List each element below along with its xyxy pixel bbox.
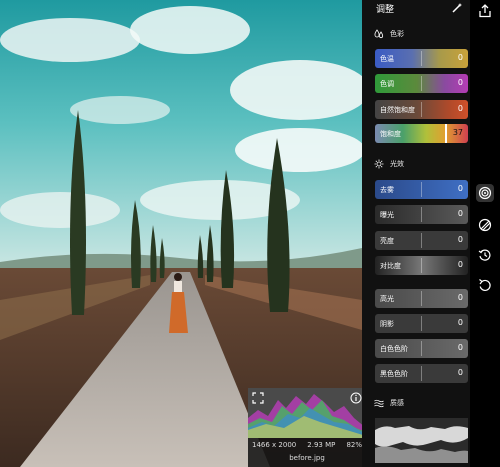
slider-highlights[interactable]: 高光 0 — [375, 289, 468, 308]
texture-section-header[interactable]: 质感 — [374, 396, 404, 410]
slider-center-mark — [421, 76, 422, 91]
slider-label: 白色色阶 — [380, 345, 408, 353]
tool-strip — [470, 0, 500, 467]
panel-title: 调整 — [376, 5, 395, 15]
slider-value: 0 — [457, 104, 463, 113]
slider-whites[interactable]: 白色色阶 0 — [375, 339, 468, 358]
photo-canvas[interactable]: 1466 x 2000 2.93 MP 82% before.jpg — [0, 0, 362, 467]
slider-center-mark — [421, 316, 422, 331]
slider-label: 饱和度 — [380, 130, 401, 138]
slider-label: 对比度 — [380, 262, 401, 270]
slider-label: 曝光 — [380, 211, 394, 219]
slider-value: 0 — [457, 260, 463, 269]
slider-blacks[interactable]: 黑色色阶 0 — [375, 364, 468, 383]
slider-label: 色调 — [380, 80, 394, 88]
slider-center-mark — [421, 102, 422, 117]
texture-section-title: 质感 — [390, 399, 404, 407]
adjust-panel: 调整 色彩 色温 0 色调 0 自然饱和度 0 饱和度 37 光效 去雾 0 曝… — [362, 0, 470, 467]
slider-center-mark — [421, 233, 422, 248]
slider-value: 0 — [457, 293, 463, 302]
slider-contrast[interactable]: 对比度 0 — [375, 256, 468, 275]
slash-icon — [478, 218, 492, 232]
panel-header: 调整 — [362, 0, 470, 18]
history-icon — [478, 249, 491, 261]
texture-waves-icon — [374, 399, 384, 408]
image-dimensions: 1466 x 2000 — [252, 441, 297, 449]
slider-center-mark — [421, 341, 422, 356]
share-button[interactable] — [476, 2, 494, 20]
slider-center-mark — [421, 366, 422, 381]
slider-thumb[interactable] — [445, 124, 447, 143]
slider-center-mark — [421, 207, 422, 222]
slider-temperature[interactable]: 色温 0 — [375, 49, 468, 68]
light-section-header[interactable]: 光效 — [374, 157, 404, 171]
histogram-graph — [248, 388, 362, 438]
light-section-title: 光效 — [390, 160, 404, 168]
image-megapixels: 2.93 MP — [307, 441, 336, 449]
slider-label: 高光 — [380, 295, 394, 303]
color-section-title: 色彩 — [390, 30, 404, 38]
slider-shadows[interactable]: 阴影 0 — [375, 314, 468, 333]
adjust-tool-button[interactable] — [476, 184, 494, 202]
magic-wand-icon[interactable] — [451, 2, 463, 14]
histogram-meta: 1466 x 2000 2.93 MP 82% — [248, 441, 362, 451]
slider-value: 37 — [452, 128, 463, 137]
slider-value: 0 — [457, 209, 463, 218]
droplets-icon — [374, 29, 384, 39]
slider-tint[interactable]: 色调 0 — [375, 74, 468, 93]
slider-center-mark — [421, 51, 422, 66]
share-icon — [479, 4, 491, 18]
slider-center-mark — [421, 291, 422, 306]
slider-label: 亮度 — [380, 237, 394, 245]
histogram-overlay[interactable]: 1466 x 2000 2.93 MP 82% before.jpg — [248, 388, 362, 467]
slider-center-mark — [421, 182, 422, 197]
adjust-icon — [478, 186, 492, 200]
slider-value: 0 — [457, 78, 463, 87]
file-name: before.jpg — [289, 454, 325, 462]
slider-label: 自然饱和度 — [380, 106, 415, 114]
slider-value: 0 — [457, 343, 463, 352]
slider-value: 0 — [457, 53, 463, 62]
slider-label: 黑色色阶 — [380, 370, 408, 378]
slider-saturation[interactable]: 饱和度 37 — [375, 124, 468, 143]
slider-exposure[interactable]: 曝光 0 — [375, 205, 468, 224]
slider-value: 0 — [457, 318, 463, 327]
slider-label: 阴影 — [380, 320, 394, 328]
slider-dehaze[interactable]: 去雾 0 — [375, 180, 468, 199]
color-section-header[interactable]: 色彩 — [374, 27, 404, 41]
slider-label: 去雾 — [380, 186, 394, 194]
slider-center-mark — [421, 258, 422, 273]
expand-icon[interactable] — [252, 392, 264, 404]
mask-tool-button[interactable] — [476, 216, 494, 234]
zoom-level: 82% — [346, 441, 362, 449]
slider-value: 0 — [457, 368, 463, 377]
slider-label: 色温 — [380, 55, 394, 63]
slider-value: 0 — [457, 184, 463, 193]
sun-icon — [374, 159, 384, 169]
slider-vibrance[interactable]: 自然饱和度 0 — [375, 100, 468, 119]
slider-value: 0 — [457, 235, 463, 244]
slider-brightness[interactable]: 亮度 0 — [375, 231, 468, 250]
history-tool-button[interactable] — [476, 246, 494, 264]
texture-preview[interactable] — [375, 418, 468, 463]
undo-icon — [479, 279, 491, 291]
info-icon[interactable] — [350, 392, 362, 404]
undo-button[interactable] — [476, 276, 494, 294]
